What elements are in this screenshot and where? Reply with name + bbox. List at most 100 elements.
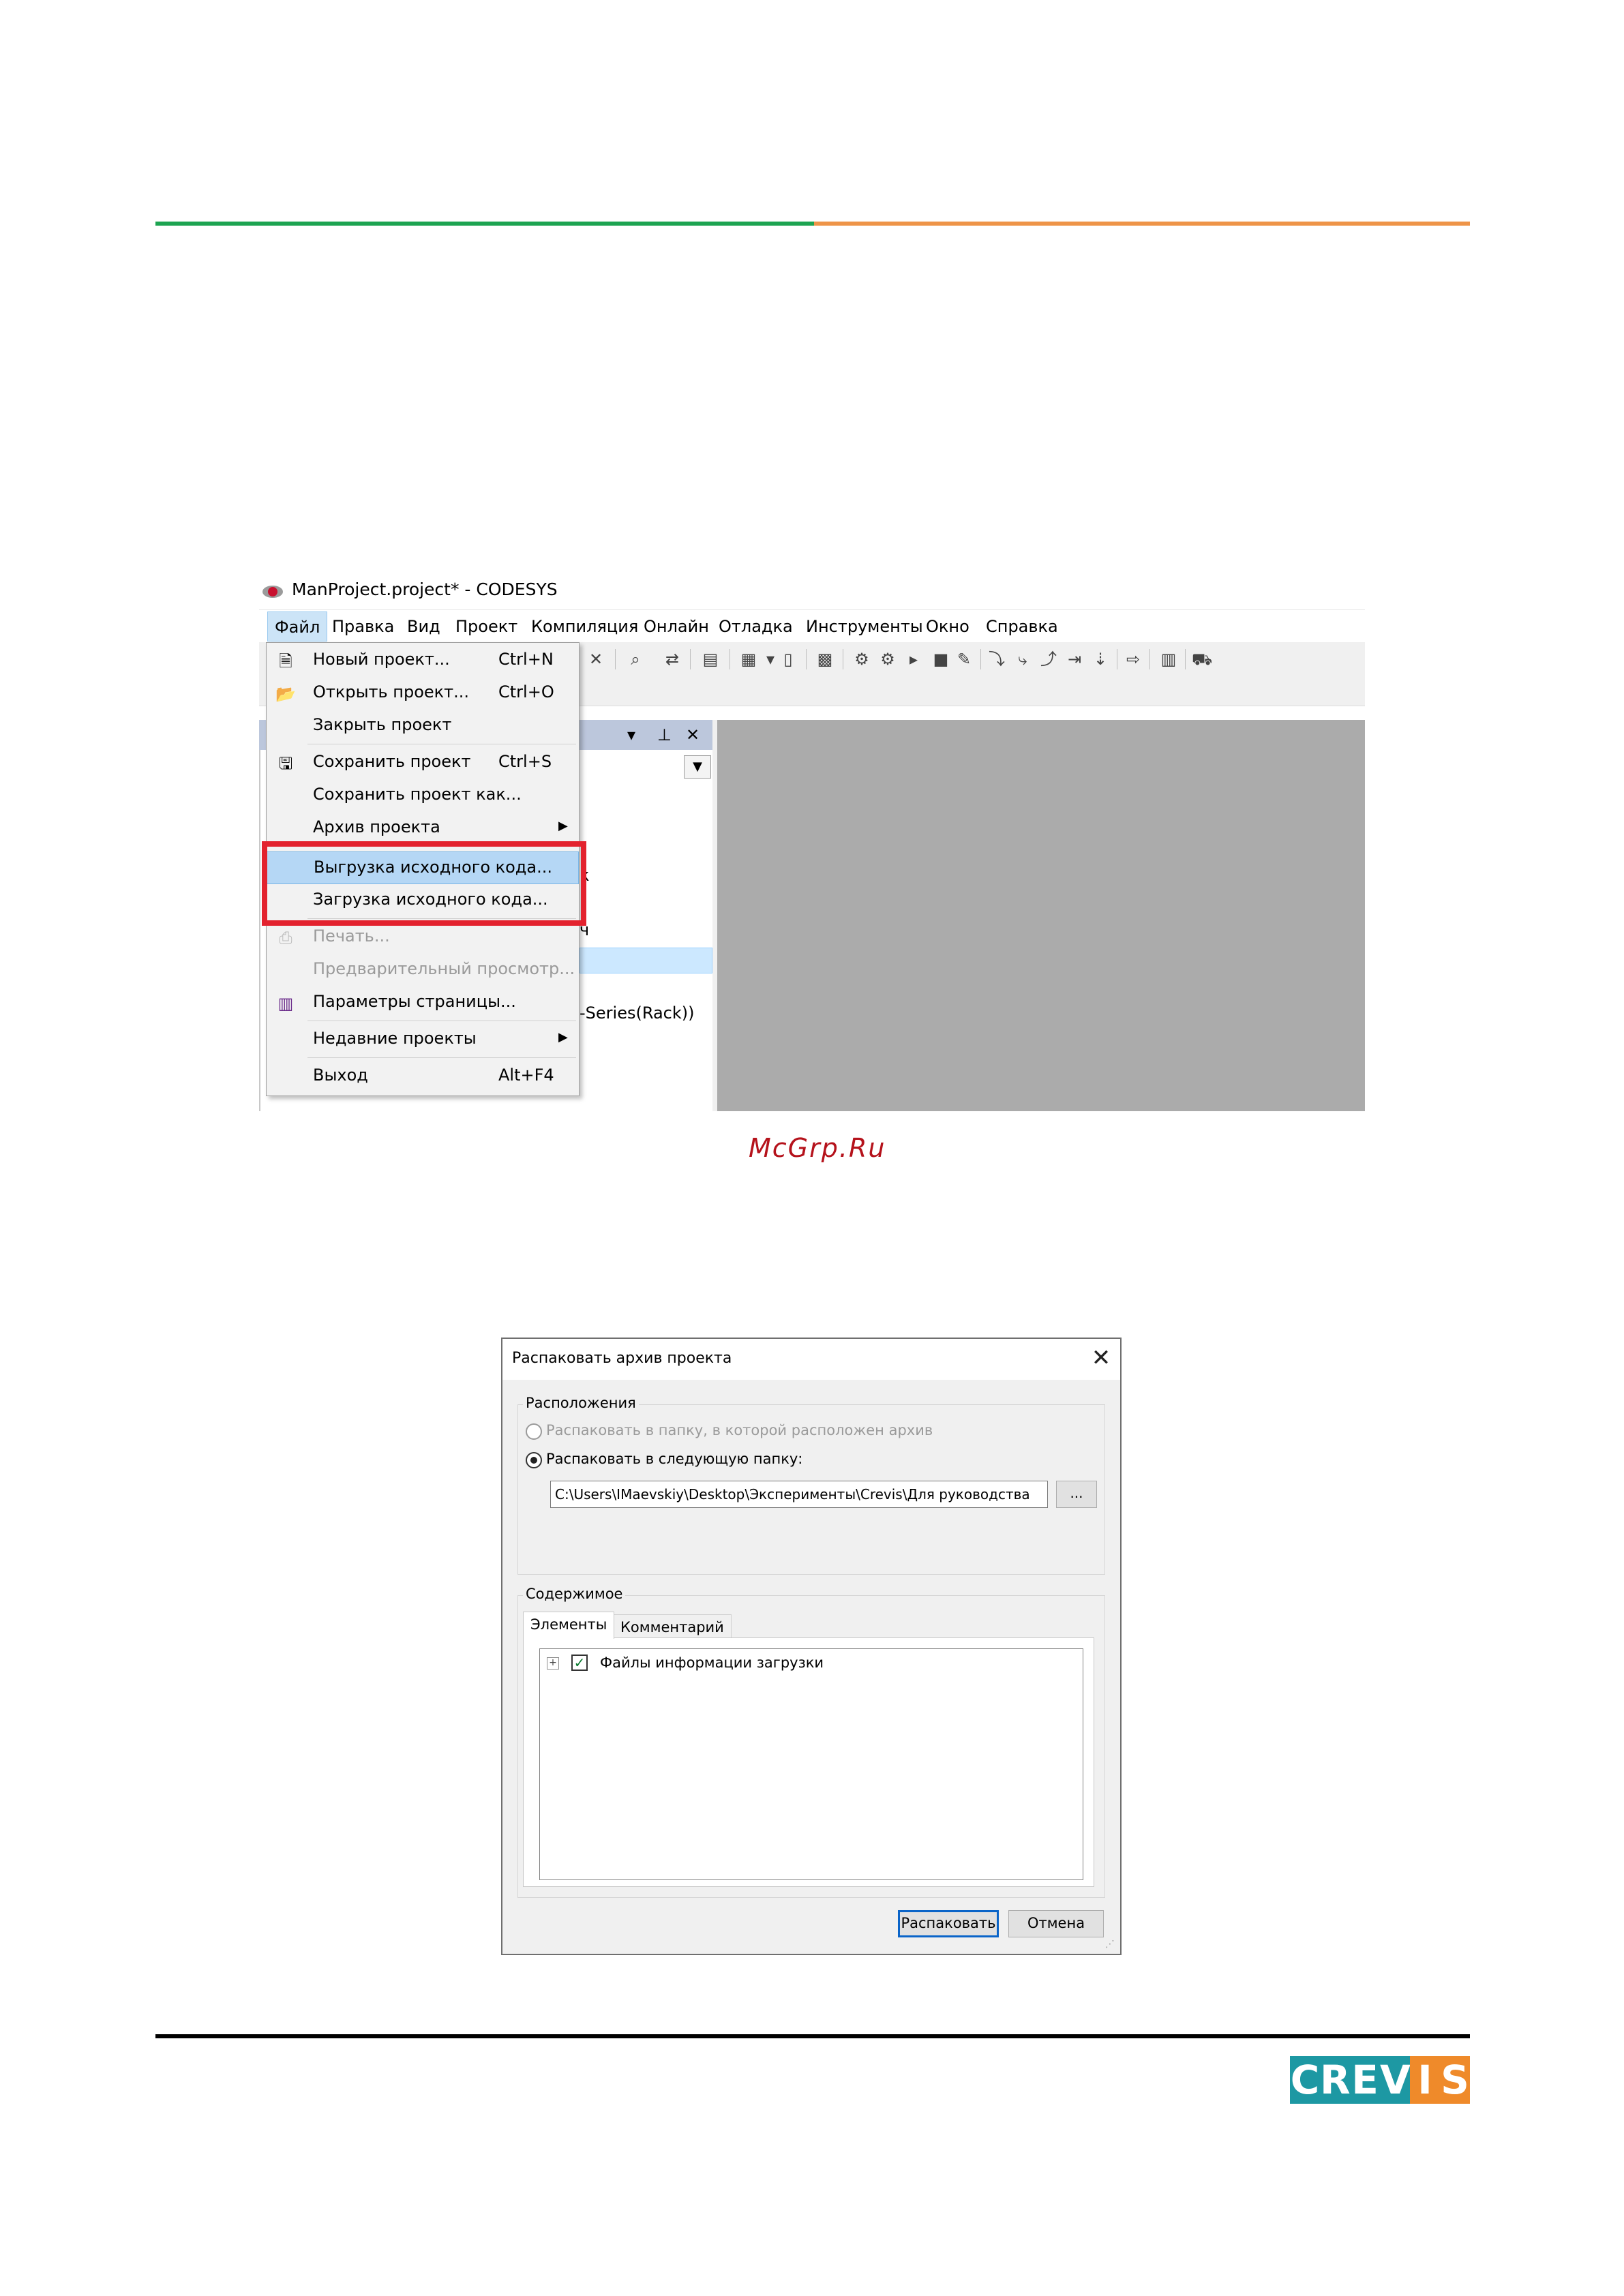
menu-item-shortcut: Ctrl+O xyxy=(498,682,554,701)
logout-icon[interactable]: ⚙ xyxy=(878,650,897,668)
step-out-icon[interactable]: ⤴ xyxy=(1039,650,1058,668)
contents-tree: + ✓ Файлы информации загрузки xyxy=(539,1648,1083,1880)
menu-item-open-project[interactable]: 📂 Открыть проект... Ctrl+O xyxy=(267,677,579,710)
extract-button[interactable]: Распаковать xyxy=(898,1910,999,1937)
radio-same-folder[interactable] xyxy=(526,1423,542,1440)
pane-splitter[interactable] xyxy=(712,720,717,1111)
cancel-button[interactable]: Отмена xyxy=(1008,1910,1104,1937)
codesys-logo-icon xyxy=(262,586,283,598)
toolbar-separator xyxy=(1185,649,1186,669)
close-icon[interactable]: ✕ xyxy=(1086,1343,1116,1373)
toolbar-separator xyxy=(1149,649,1150,669)
step-into-icon[interactable]: ⤷ xyxy=(1013,650,1032,668)
menu-help[interactable]: Справка xyxy=(979,610,1065,643)
radio-same-folder-label: Распаковать в папку, в которой расположе… xyxy=(546,1422,933,1438)
stop-icon[interactable]: ■ xyxy=(931,650,950,668)
menu-item-label: Закрыть проект xyxy=(313,715,452,734)
menu-build[interactable]: Компиляция xyxy=(524,610,645,643)
radio-following-folder-label: Распаковать в следующую папку: xyxy=(546,1451,803,1467)
menu-item-close-project[interactable]: Закрыть проект xyxy=(267,710,579,742)
logo-letter: E xyxy=(1350,2056,1380,2104)
dialog-titlebar: Распаковать архив проекта ✕ xyxy=(502,1339,1120,1380)
toolbar-separator xyxy=(980,649,981,669)
menu-online[interactable]: Онлайн xyxy=(637,610,716,643)
contents-group-label: Содержимое xyxy=(523,1586,626,1602)
dropdown-arrow-icon[interactable]: ▾ xyxy=(761,650,780,668)
menu-debug[interactable]: Отладка xyxy=(712,610,800,643)
crevis-logo: C R E V I S xyxy=(1290,2056,1470,2104)
save-icon: 🖫 xyxy=(278,754,293,773)
tree-selected-row[interactable] xyxy=(580,948,712,973)
simulation-icon[interactable]: ▥ xyxy=(1159,650,1178,668)
run-icon[interactable]: ▸ xyxy=(904,650,923,668)
menu-item-shortcut: Ctrl+N xyxy=(498,650,554,669)
pin-icon[interactable]: ⊥ xyxy=(657,720,672,750)
menu-item-label: Архив проекта xyxy=(313,817,440,836)
menu-item-print-preview[interactable]: Предварительный просмотр... xyxy=(267,954,579,986)
menu-item-label: Параметры страницы... xyxy=(313,992,516,1011)
delete-icon[interactable]: ✕ xyxy=(586,650,605,668)
menu-window[interactable]: Окно xyxy=(919,610,976,643)
pane-combo-dropdown[interactable]: ▼ xyxy=(684,755,711,779)
target-folder-input[interactable]: C:\Users\IMaevskiy\Desktop\Эксперименты\… xyxy=(550,1481,1048,1508)
window-title: ManProject.project* - CODESYS xyxy=(292,579,558,599)
toolbar-separator xyxy=(615,649,616,669)
footer-rule xyxy=(155,2034,1470,2038)
tab-elements[interactable]: Элементы xyxy=(523,1612,615,1639)
pane-menu-icon[interactable]: ▾ xyxy=(627,720,635,750)
menu-edit[interactable]: Правка xyxy=(325,610,401,643)
resize-grip-icon[interactable]: ⋰ xyxy=(1105,1939,1115,1950)
printer-icon: ⎙ xyxy=(279,928,292,948)
login-icon[interactable]: ⚙ xyxy=(852,650,871,668)
menu-item-save-project[interactable]: 🖫 Сохранить проект Ctrl+S xyxy=(267,746,579,779)
checkbox-download-info[interactable]: ✓ xyxy=(571,1655,588,1671)
expand-icon[interactable]: + xyxy=(547,1657,559,1670)
add-object-icon[interactable]: ▦ xyxy=(739,650,758,668)
new-document-icon[interactable]: ▯ xyxy=(779,650,798,668)
tree-fragment[interactable]: -Series(Rack)) xyxy=(580,1003,695,1023)
clipboard-icon[interactable]: ▤ xyxy=(701,650,720,668)
find-icon[interactable]: ⌕ xyxy=(626,650,645,668)
pane-close-icon[interactable]: ✕ xyxy=(686,720,700,750)
build-icon[interactable]: ▩ xyxy=(815,650,834,668)
menu-view[interactable]: Вид xyxy=(400,610,447,643)
breakpoint-icon[interactable]: ⇣ xyxy=(1091,650,1110,668)
tab-comment[interactable]: Комментарий xyxy=(613,1614,732,1640)
logo-letter: V xyxy=(1380,2056,1411,2104)
reset-icon[interactable]: ✎ xyxy=(954,650,974,668)
menu-item-save-project-as[interactable]: Сохранить проект как... xyxy=(267,779,579,812)
extract-archive-dialog: Распаковать архив проекта ✕ Расположения… xyxy=(501,1338,1122,1955)
editor-area xyxy=(717,720,1365,1111)
cart-icon[interactable]: ⛟ xyxy=(1192,650,1212,668)
menu-item-page-setup[interactable]: ▥ Параметры страницы... xyxy=(267,986,579,1019)
watermark: McGrp.Ru xyxy=(749,1133,886,1163)
menu-item-label: Сохранить проект как... xyxy=(313,785,522,804)
menu-tools[interactable]: Инструменты xyxy=(799,610,930,643)
menu-item-new-project[interactable]: 🗎 Новый проект... Ctrl+N xyxy=(267,644,579,677)
run-to-cursor-icon[interactable]: ⇥ xyxy=(1065,650,1084,668)
menu-separator xyxy=(307,1057,576,1058)
dialog-title: Распаковать архив проекта xyxy=(512,1350,732,1367)
header-rule-green xyxy=(155,222,814,226)
menu-project[interactable]: Проект xyxy=(449,610,524,643)
menu-item-exit[interactable]: Выход Alt+F4 xyxy=(267,1060,579,1093)
submenu-arrow-icon: ▶ xyxy=(558,819,568,833)
window-titlebar: ManProject.project* - CODESYS xyxy=(259,574,1365,609)
menu-item-recent-projects[interactable]: Недавние проекты ▶ xyxy=(267,1023,579,1056)
menu-item-project-archive[interactable]: Архив проекта ▶ xyxy=(267,812,579,845)
menu-item-print[interactable]: ⎙ Печать... xyxy=(267,921,579,954)
highlight-box xyxy=(262,841,586,926)
logo-letter: S xyxy=(1440,2056,1470,2104)
toolbar-separator xyxy=(690,649,691,669)
menu-file[interactable]: Файл xyxy=(267,611,328,641)
menu-item-label: Новый проект... xyxy=(313,650,450,669)
radio-following-folder[interactable] xyxy=(526,1452,542,1468)
replace-icon[interactable]: ⇄ xyxy=(663,650,682,668)
step-over-icon[interactable]: ⤵ xyxy=(987,650,1006,668)
toolbar-separator xyxy=(806,649,807,669)
browse-button[interactable]: ... xyxy=(1056,1481,1097,1508)
menu-item-label: Сохранить проект xyxy=(313,752,471,771)
submenu-arrow-icon: ▶ xyxy=(558,1030,568,1044)
arrow-right-icon[interactable]: ⇨ xyxy=(1124,650,1143,668)
menu-item-label: Открыть проект... xyxy=(313,682,470,701)
